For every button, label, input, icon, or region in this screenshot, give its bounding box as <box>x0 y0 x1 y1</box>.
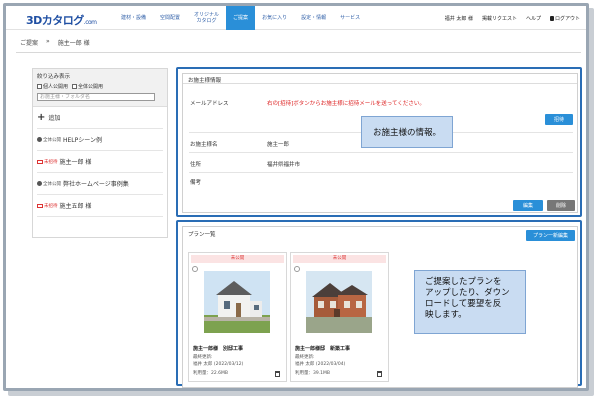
email-label: メールアドレス <box>190 101 229 107</box>
updated-by: 福井 太郎 (2022/03/12) <box>193 362 244 367</box>
private-checkbox[interactable] <box>37 84 42 89</box>
search-input[interactable]: お施主様・フォルダ名 <box>37 93 155 101</box>
lock-icon <box>549 15 554 21</box>
status-badge: 未公開 <box>293 255 386 263</box>
breadcrumb: ご提案 » 施主一郎 様 <box>20 38 90 47</box>
filter-box: 絞り込み表示 個人公開用 全体公開用 お施主様・フォルダ名 <box>33 69 167 107</box>
logo-suffix: .com <box>83 19 97 26</box>
nav-item-proposals[interactable]: ご提案 <box>226 6 256 30</box>
edit-button[interactable]: 編集 <box>513 200 543 211</box>
mail-icon <box>37 203 43 208</box>
nav-item-layout[interactable]: 空間配置 <box>153 6 187 30</box>
filter-public-option[interactable]: 全体公開用 <box>72 83 103 90</box>
public-checkbox[interactable] <box>72 84 78 89</box>
usage-text: 利用量：39.1MB <box>295 371 330 376</box>
add-button[interactable]: + 追加 <box>37 107 163 129</box>
usage-text: 利用量：22.6MB <box>193 371 228 376</box>
logout-label: ログアウト <box>554 15 580 22</box>
list-item[interactable]: 未招待 施主一郎 様 <box>37 151 163 173</box>
list-item[interactable]: 未招待 施主五郎 様 <box>37 195 163 217</box>
delete-button[interactable]: 削除 <box>547 200 575 211</box>
header-divider <box>16 52 581 53</box>
row-divider <box>189 152 573 153</box>
edit-label: 編集 <box>522 203 533 209</box>
breadcrumb-current: 施主一郎 様 <box>57 40 90 47</box>
proposal-list: + 追加 全体公開 HELPシーン例 未招待 施主一郎 様 全体公開 弊社ホームページ事… <box>33 107 167 217</box>
plan-title: 施主一郎様邸 新築工事 <box>295 346 351 352</box>
plans-callout-text: ご提案したプランを アップしたり、ダウン ロードして要望を反 映します。 <box>425 277 510 320</box>
notes-label: 備考 <box>190 180 202 186</box>
globe-icon <box>37 137 42 142</box>
email-message: 右の[招待]ボタンからお施主様に招待メールを送ってください。 <box>267 101 425 107</box>
nav-item-settings[interactable]: 設定・情報 <box>294 6 333 30</box>
invite-button[interactable]: 招待 <box>545 114 573 125</box>
nav-item-original-catalog-line2: カタログ <box>196 18 217 24</box>
owner-callout: お施主様の情報。 <box>361 116 453 148</box>
logout-link[interactable]: ログアウト <box>549 15 580 22</box>
list-item[interactable]: 全体公開 弊社ホームページ事例集 <box>37 173 163 195</box>
add-label: 追加 <box>48 115 61 122</box>
top-header: 3Dカタログ.com 建材・設備 空間配置 オリジナル カタログ ご提案 お気に入… <box>6 6 586 30</box>
plan-title: 施主一郎様 別邸工事 <box>193 346 244 352</box>
plan-card[interactable]: 未公開 施主一郎様邸 新築工事 最終更新: 福井 太郎 (2022/03/04)… <box>290 252 389 382</box>
updated-label: 最終更新: <box>193 355 213 360</box>
filter-options: 個人公開用 全体公開用 <box>37 83 163 90</box>
item-name: 施主一郎 様 <box>59 159 92 166</box>
plus-icon: + <box>37 111 46 123</box>
plan-card[interactable]: 未公開 施主一郎様 別邸工事 最終更新: 福井 太郎 (2022/03/12) … <box>188 252 287 382</box>
updated-by: 福井 太郎 (2022/03/04) <box>295 362 346 367</box>
user-name[interactable]: 福井 太郎 様 <box>445 15 473 22</box>
mail-icon <box>37 159 43 164</box>
row-divider <box>189 172 573 173</box>
color-wheel-icon <box>192 266 198 272</box>
app-window: 3Dカタログ.com 建材・設備 空間配置 オリジナル カタログ ご提案 お気に入… <box>3 3 589 391</box>
owner-section-title: お施主様情報 <box>183 74 577 84</box>
trash-icon[interactable] <box>275 371 280 377</box>
name-value: 施主一郎 <box>267 142 290 148</box>
help-link[interactable]: ヘルプ <box>526 15 541 22</box>
user-area: 福井 太郎 様 掲載リクエスト ヘルプ ログアウト <box>445 6 580 30</box>
plans-callout: ご提案したプランを アップしたり、ダウン ロードして要望を反 映します。 <box>414 270 526 334</box>
breadcrumb-proposals[interactable]: ご提案 <box>20 38 38 47</box>
request-link[interactable]: 掲載リクエスト <box>482 15 517 22</box>
plans-section-title: プラン一覧 <box>188 232 216 238</box>
nav-item-favorites[interactable]: お気に入り <box>255 6 294 30</box>
item-tag: 未招待 <box>44 159 58 165</box>
filter-title: 絞り込み表示 <box>37 74 71 80</box>
item-name: 弊社ホームページ事例集 <box>63 181 129 188</box>
refresh-icon <box>294 266 300 272</box>
item-tag: 全体公開 <box>43 181 61 187</box>
item-name: 施主五郎 様 <box>59 203 92 210</box>
status-badge: 未公開 <box>191 255 284 263</box>
item-name: HELPシーン例 <box>63 137 102 144</box>
logo-text: 3Dカタログ <box>26 14 84 27</box>
breadcrumb-separator: » <box>46 38 50 45</box>
filter-private-option[interactable]: 個人公開用 <box>37 83 68 90</box>
globe-icon <box>37 181 42 186</box>
delete-label: 削除 <box>555 203 566 209</box>
nav-item-materials[interactable]: 建材・設備 <box>114 6 153 30</box>
plan-thumbnail[interactable] <box>306 271 372 333</box>
address-label: 住所 <box>190 162 202 168</box>
main-nav: 建材・設備 空間配置 オリジナル カタログ ご提案 お気に入り 設定・情報 サービ… <box>114 6 367 30</box>
updated-label: 最終更新: <box>295 355 315 360</box>
filter-public-label: 全体公開用 <box>78 84 104 90</box>
list-item[interactable]: 全体公開 HELPシーン例 <box>37 129 163 151</box>
address-value: 福井県福井市 <box>267 162 301 168</box>
invite-label: 招待 <box>553 117 564 123</box>
site-logo[interactable]: 3Dカタログ.com <box>26 12 97 28</box>
item-tag: 全体公開 <box>43 137 61 143</box>
name-label: お施主様名 <box>190 142 218 148</box>
new-plan-button[interactable]: プラン一新編集 <box>526 230 575 241</box>
nav-item-services[interactable]: サービス <box>333 6 367 30</box>
new-plan-label: プラン一新編集 <box>532 233 568 239</box>
item-tag: 未招待 <box>44 203 58 209</box>
sidebar: 絞り込み表示 個人公開用 全体公開用 お施主様・フォルダ名 + 追加 全体公開 HE… <box>32 68 168 238</box>
filter-private-label: 個人公開用 <box>43 84 69 90</box>
trash-icon[interactable] <box>377 371 382 377</box>
plan-thumbnail[interactable] <box>204 271 270 333</box>
nav-item-original-catalog[interactable]: オリジナル カタログ <box>187 6 226 30</box>
